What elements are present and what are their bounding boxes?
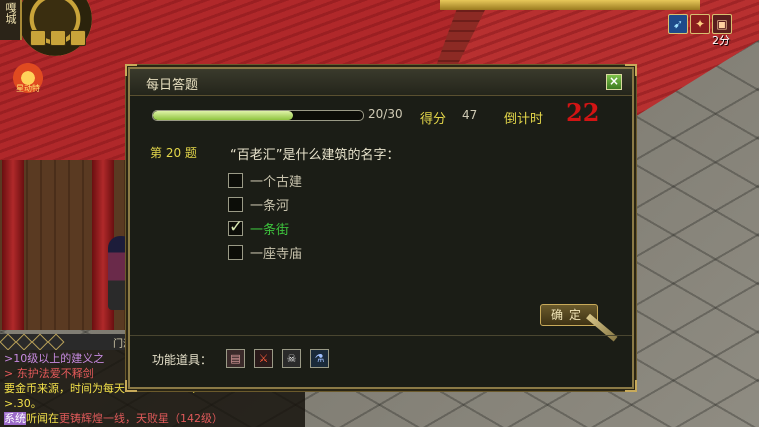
countdown-value: 22 [566,98,600,127]
scroll-tool-icon[interactable]: ▤ [226,349,245,368]
answer-option[interactable]: 一座寺庙 [228,240,302,264]
event-badge-label: 星动特 [16,84,40,93]
answer-option[interactable]: 一个古建 [228,168,302,192]
score-value: 47 [462,108,478,122]
question-text: “百老汇”是什么建筑的名字： [230,148,400,163]
chat-line: >.30。 [4,397,42,410]
status-timer: 2分 [712,34,730,47]
hud-button[interactable] [70,30,86,46]
answer-option[interactable]: ✓ 一条街 [228,216,302,240]
red-pillar [2,160,24,330]
answer-label: 一条河 [250,198,290,214]
answer-label: 一条街 [250,222,290,238]
fire-icon[interactable]: ✦ [690,14,710,34]
answer-checkbox[interactable] [228,172,243,188]
chat-text: ，天败星（142级） [125,412,223,425]
dialog-title: 每日答题 [146,78,199,93]
close-icon: × [608,74,620,88]
chat-toolbar: 门派 [0,333,135,351]
chat-channel-icon[interactable] [31,333,49,351]
answer-options: 一个古建 一条河 ✓ 一条街 一座寺庙 [228,168,302,264]
close-button[interactable]: × [606,74,622,90]
score-label: 得分 [420,112,447,127]
answer-checkbox[interactable] [228,196,243,212]
quiz-progress-text: 20/30 [368,107,403,121]
chat-highlight: 更铸辉煌一线 [59,412,125,425]
frame-corner [125,380,137,392]
hud-button[interactable] [30,30,46,46]
pointer-arrow-icon [586,313,618,342]
chat-sender[interactable]: 系统 [4,412,26,425]
potion-tool-icon[interactable]: ⚗ [310,349,329,368]
chat-channel-icon[interactable] [47,333,65,351]
daily-quiz-dialog: 每日答题 × 20/30 得分 47 倒计时 22 第 20 题 “百老汇”是什… [125,64,637,392]
quiz-progress-bar [152,110,364,121]
answer-label: 一座寺庙 [250,246,303,262]
event-badge-icon[interactable]: 星动特 [8,60,48,96]
hud-button[interactable] [50,30,66,46]
checkmark-icon: ✓ [229,216,244,237]
chat-channel-icon[interactable] [0,333,17,351]
chat-channel-icon[interactable] [15,333,33,351]
answer-checkbox[interactable] [228,244,243,260]
sword-tool-icon[interactable]: ⚔ [254,349,273,368]
dialog-title-bar[interactable]: 每日答题 × [130,69,632,96]
frame-corner [625,380,637,392]
skull-tool-icon[interactable]: ☠ [282,349,301,368]
city-name: 嘎城 [0,0,22,40]
answer-label: 一个古建 [250,174,303,190]
divider [130,335,632,336]
gold-railing [440,0,700,10]
tools-label: 功能道具： [152,353,213,367]
speed-icon[interactable]: ➹ [668,14,688,34]
chat-text: 听闻在 [26,412,59,425]
countdown-label: 倒计时 [504,112,544,127]
answer-checkbox[interactable]: ✓ [228,217,243,237]
chat-line: 系统听闻在更铸辉煌一线，天败星（142级） [4,411,301,426]
question-number: 第 20 题 [150,146,197,160]
answer-option[interactable]: 一条河 [228,192,302,216]
quiz-progress-fill [153,111,294,120]
bag-icon[interactable]: ▣ [712,14,732,34]
